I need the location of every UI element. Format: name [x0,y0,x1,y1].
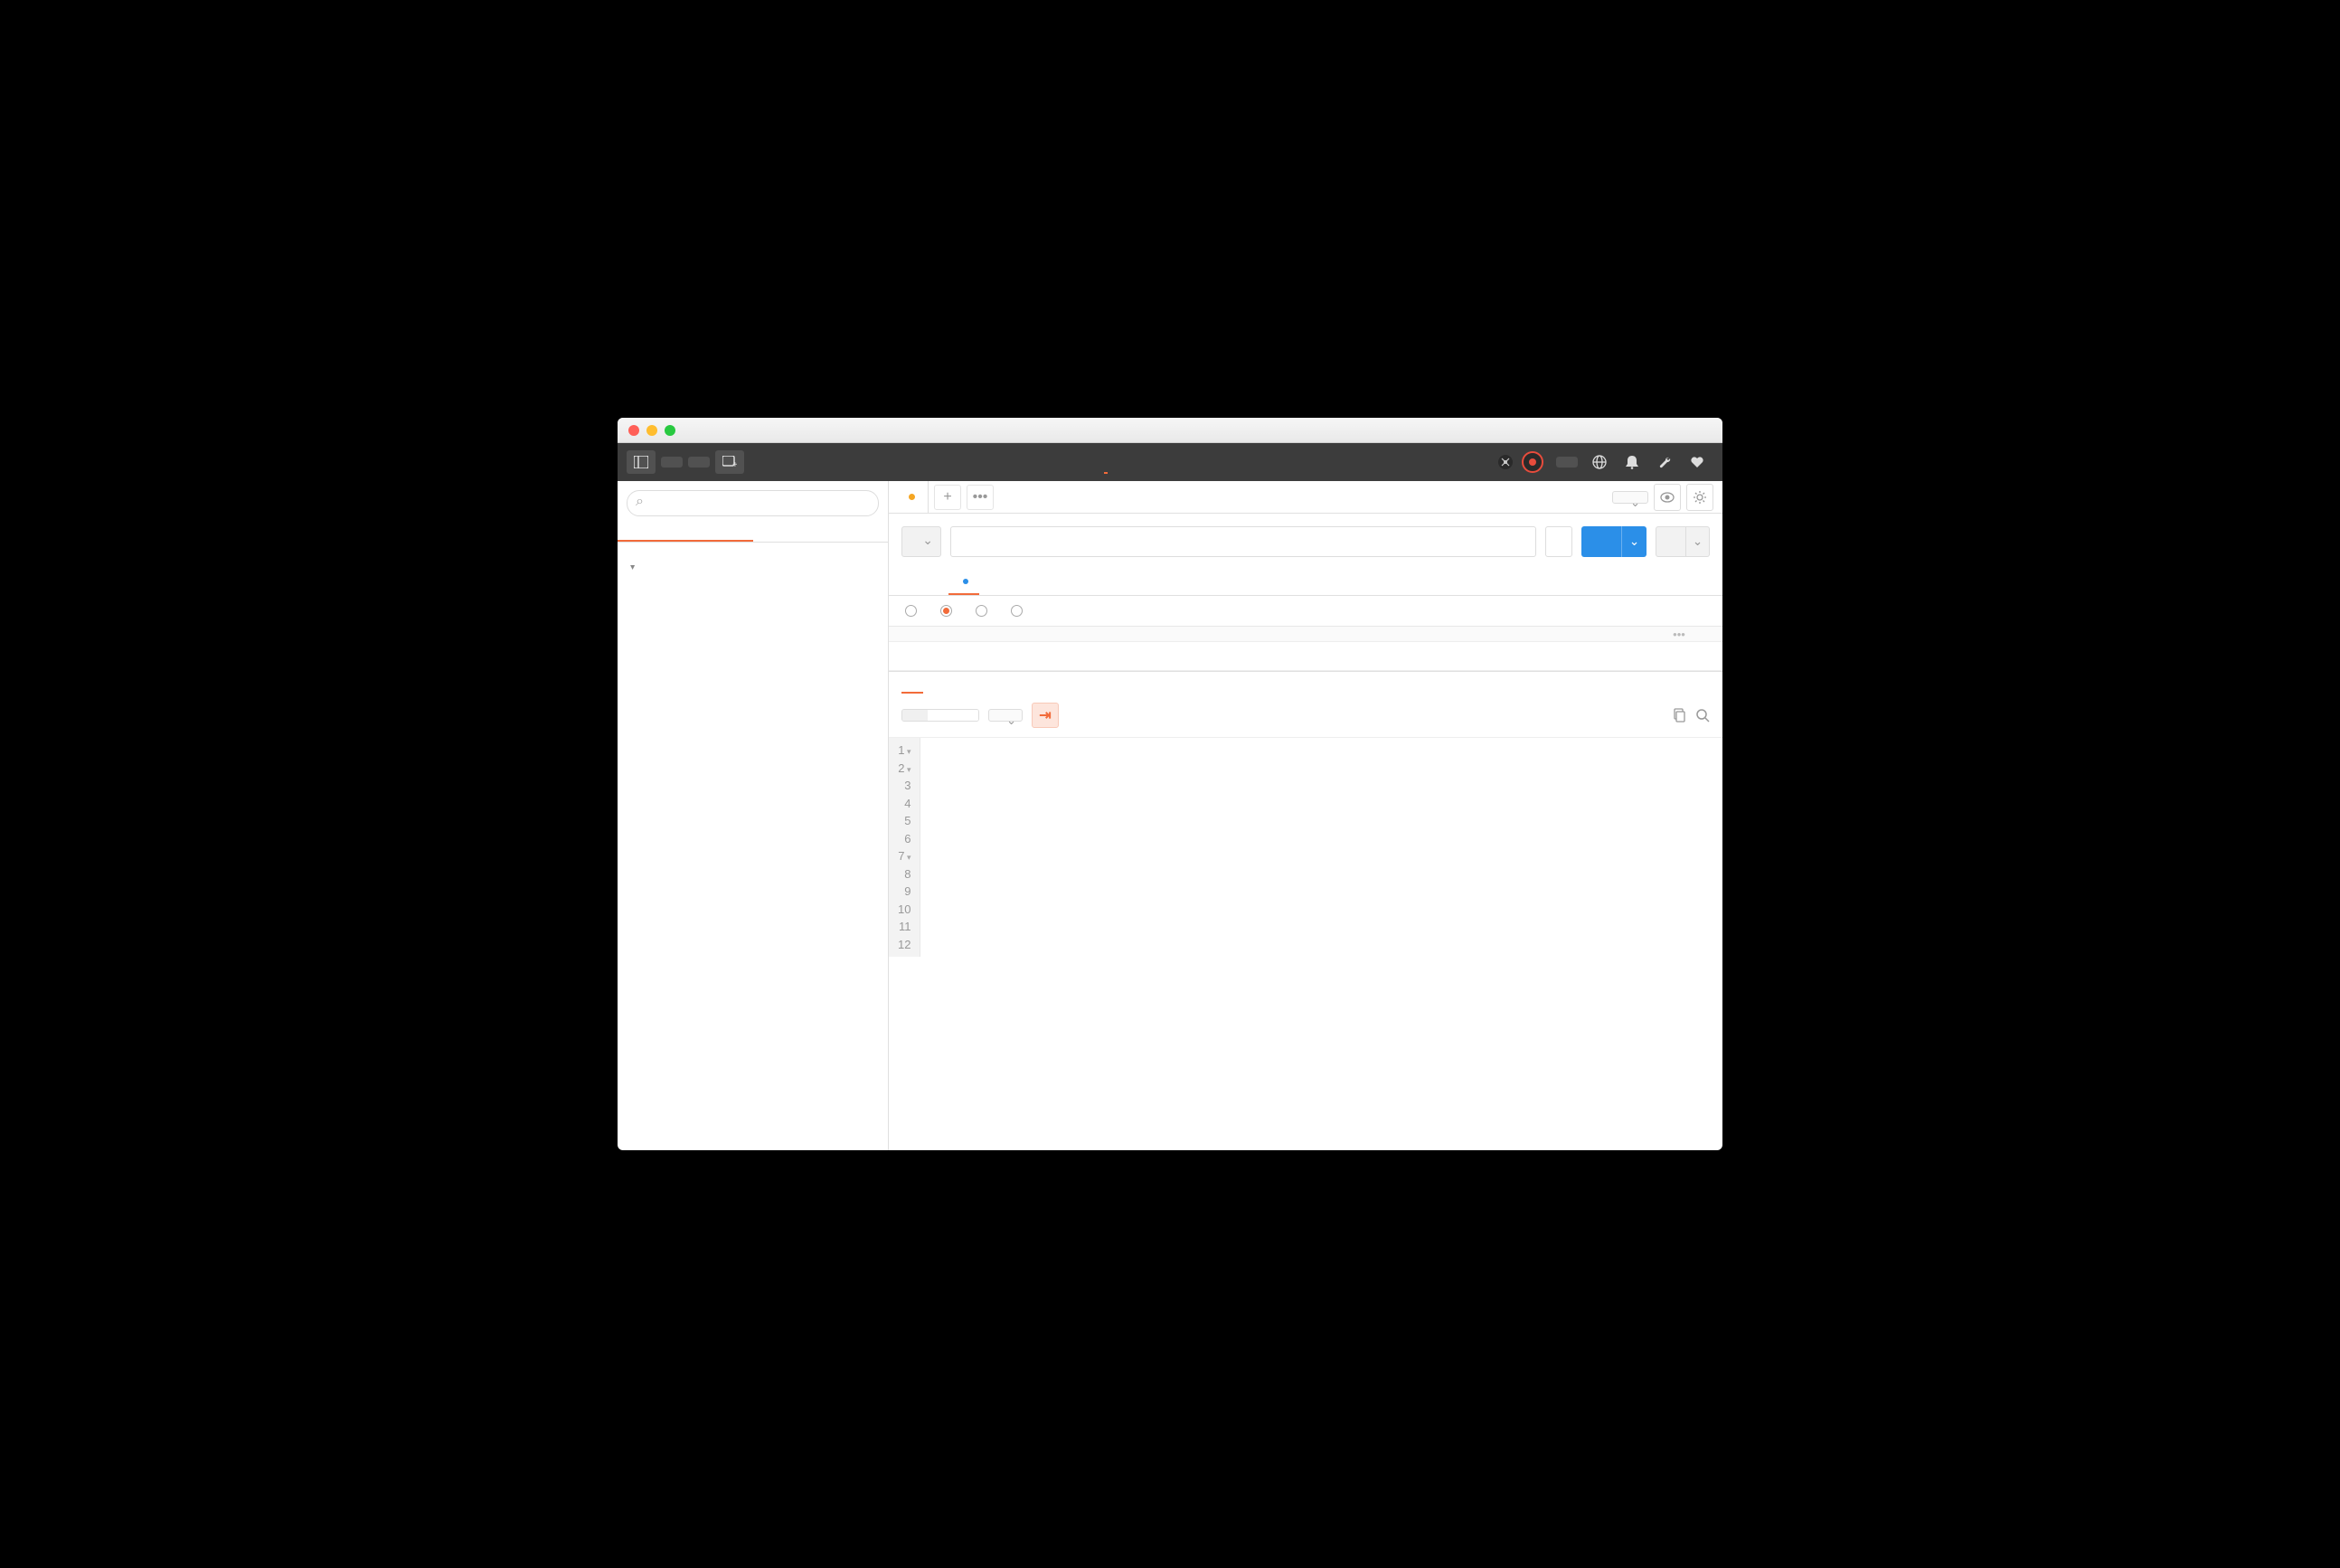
kv-columns-menu-icon[interactable]: ••• [1661,628,1697,641]
sidebar-tab-history[interactable] [618,525,753,542]
notifications-icon[interactable] [1616,446,1648,478]
unsaved-dot-icon [909,494,915,500]
app-window: + [618,418,1722,1150]
radio-raw[interactable] [976,605,993,617]
close-window-icon[interactable] [628,425,639,436]
signin-button[interactable] [1556,457,1578,468]
tab-tests[interactable] [1001,573,1023,591]
save-button[interactable] [1656,526,1686,557]
kv-header-key [921,627,1162,641]
tab-team-library[interactable] [1131,450,1135,474]
kv-row-placeholder[interactable]: ✓ [889,642,1722,671]
url-input[interactable] [950,526,1536,557]
save-dropdown-button[interactable]: ⌄ [1686,526,1710,557]
environment-quicklook-icon[interactable] [1654,484,1681,511]
sync-icon [1522,451,1543,473]
environment-selector[interactable] [1612,491,1648,504]
response-tab-cookies[interactable] [923,678,945,693]
response-tab-body[interactable] [901,677,923,694]
response-json [920,738,939,957]
sidebar [618,481,889,1150]
tab-builder[interactable] [1104,450,1108,474]
http-method-selector[interactable] [901,526,941,557]
heart-icon[interactable] [1681,446,1713,478]
import-button[interactable] [688,457,710,468]
toggle-sidebar-button[interactable] [627,450,656,474]
tab-headers[interactable] [923,573,948,591]
tab-menu-button[interactable]: ••• [967,485,994,510]
tab-prerequest[interactable] [979,573,1001,591]
response-body-viewer[interactable]: 123456789101112 [889,738,1722,957]
response-view-segmented [901,709,979,722]
sidebar-tab-collections[interactable] [753,525,889,542]
response-tab-headers[interactable] [945,678,967,693]
line-gutter: 123456789101112 [889,738,920,957]
params-button[interactable] [1545,526,1572,557]
runner-button[interactable] [661,457,683,468]
titlebar [618,418,1722,443]
radio-urlencoded[interactable] [940,605,958,617]
body-kv-table: ••• ✓ [889,626,1722,671]
add-tab-button[interactable]: + [934,485,961,510]
request-tab[interactable] [889,481,929,513]
minimize-window-icon[interactable] [646,425,657,436]
filter-input[interactable] [627,490,879,516]
view-raw-button[interactable] [928,710,953,721]
zoom-window-icon[interactable] [665,425,675,436]
settings-wrench-icon[interactable] [1648,446,1681,478]
radio-form-data[interactable] [905,605,922,617]
main-pane: + ••• ⌄ [889,481,1722,1150]
history-group-today[interactable] [618,557,888,578]
send-button[interactable] [1581,526,1621,557]
view-pretty-button[interactable] [902,710,928,721]
top-toolbar: + [618,443,1722,481]
wrap-lines-button[interactable]: ⇥ [1032,703,1059,728]
interceptor-icon[interactable] [1489,446,1522,478]
new-window-button[interactable]: + [715,450,744,474]
body-changed-dot-icon [963,579,968,584]
environment-settings-icon[interactable] [1686,484,1713,511]
send-dropdown-button[interactable]: ⌄ [1621,526,1646,557]
response-format-selector[interactable] [988,709,1023,722]
radio-binary[interactable] [1011,605,1028,617]
sync-status[interactable] [1522,451,1549,473]
globe-icon[interactable] [1583,446,1616,478]
tab-authorization[interactable] [901,573,923,591]
kv-header-description [1402,627,1661,641]
kv-header-value [1162,627,1402,641]
tab-body[interactable] [948,570,979,595]
view-preview-button[interactable] [953,710,978,721]
copy-response-icon[interactable] [1672,708,1686,723]
search-response-icon[interactable] [1695,708,1710,723]
svg-text:+: + [732,460,737,468]
response-tab-tests[interactable] [967,678,988,693]
